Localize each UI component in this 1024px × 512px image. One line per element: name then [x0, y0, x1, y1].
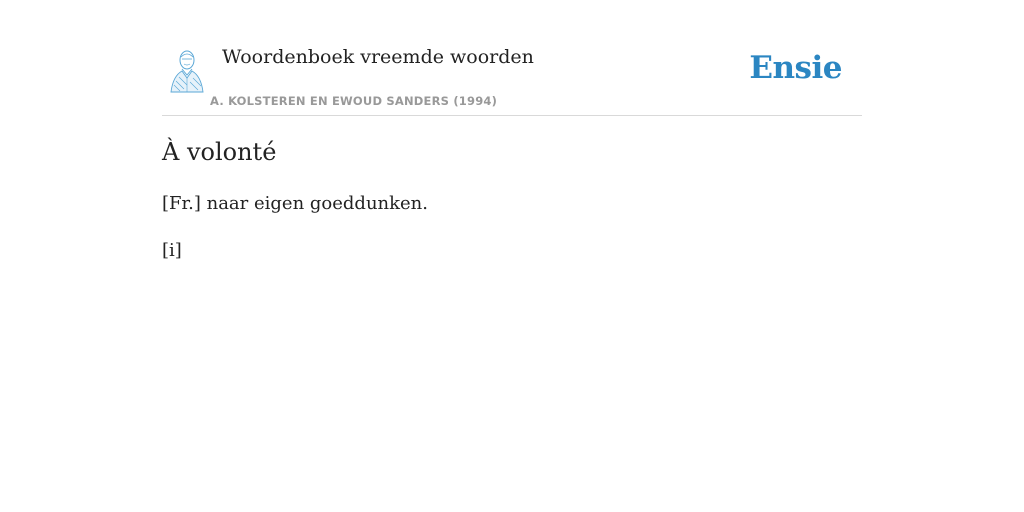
page-container: Woordenboek vreemde woorden A. KOLSTEREN… [162, 0, 862, 261]
book-header: Woordenboek vreemde woorden A. KOLSTEREN… [162, 0, 862, 116]
book-title-link[interactable]: Woordenboek vreemde woorden [222, 46, 534, 68]
ensie-logo-link[interactable]: Ensie [749, 50, 842, 86]
entry-marker: [i] [162, 240, 182, 261]
book-authors: A. KOLSTEREN EN EWOUD SANDERS (1994) [210, 94, 498, 108]
entry-title: À volonté [162, 138, 277, 166]
author-portrait-icon[interactable] [168, 48, 206, 94]
entry-definition: [Fr.] naar eigen goeddunken. [162, 193, 429, 214]
